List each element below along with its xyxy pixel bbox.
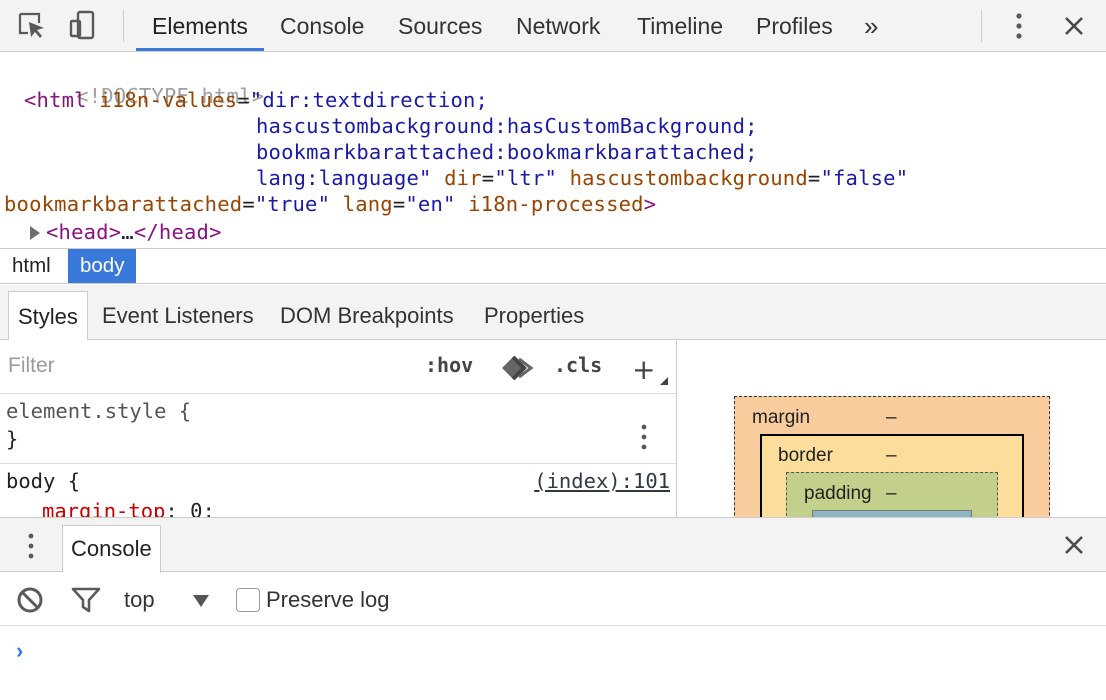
tab-properties[interactable]: Properties — [475, 291, 593, 340]
close-icon[interactable] — [1054, 0, 1094, 52]
attr-name: dir — [444, 166, 482, 190]
inspect-icon[interactable] — [12, 0, 52, 52]
toolbar-divider — [123, 10, 124, 42]
clear-console-icon[interactable] — [16, 586, 44, 619]
body-selector: body { — [6, 469, 81, 493]
head-open-tag: <head> — [46, 220, 122, 244]
attr-value: lang:language" — [256, 166, 432, 190]
margin-label: margin — [752, 407, 811, 428]
new-rule-menu-corner-icon[interactable] — [660, 377, 668, 385]
console-prompt-icon[interactable]: › — [16, 638, 23, 664]
html-node-line-2: hascustombackground:hasCustomBackground; — [256, 113, 758, 139]
style-property[interactable]: margin-top: 0; — [42, 499, 215, 517]
filter-funnel-icon[interactable] — [71, 587, 101, 618]
breadcrumb-html[interactable]: html — [0, 249, 63, 283]
attr-value: "dir:textdirection; — [249, 88, 489, 112]
border-label: border — [778, 445, 833, 466]
tab-elements[interactable]: Elements — [152, 0, 248, 52]
close-drawer-icon[interactable] — [1063, 534, 1085, 561]
attr-value: "false" — [820, 166, 909, 190]
tab-dom-breakpoints[interactable]: DOM Breakpoints — [271, 291, 463, 340]
attr-name: i18n-processed — [468, 192, 644, 216]
head-ellipsis: … — [121, 220, 134, 244]
attr-value: hascustombackground:hasCustomBackground; — [256, 114, 758, 138]
chevron-down-icon[interactable] — [193, 595, 209, 607]
html-open-tag: <html — [24, 88, 87, 112]
box-model-pane: margin – border – padding – — [678, 341, 1106, 517]
expand-triangle-icon[interactable] — [30, 226, 40, 240]
box-model-content — [812, 510, 972, 517]
property-name: margin-top — [42, 499, 166, 517]
tab-network[interactable]: Network — [516, 0, 600, 52]
styles-filter-bar: Filter :hov .cls + — [0, 341, 676, 394]
element-style-selector: element.style { — [6, 399, 192, 423]
more-vert-icon[interactable] — [640, 423, 648, 456]
tab-timeline[interactable]: Timeline — [637, 0, 723, 52]
attr-name: i18n-values — [99, 88, 238, 112]
sidebar-tabs: Styles Event Listeners DOM Breakpoints P… — [0, 285, 1106, 340]
styles-filter-input[interactable]: Filter — [8, 354, 55, 378]
preserve-log-checkbox[interactable] — [236, 588, 260, 612]
border-value[interactable]: – — [886, 445, 897, 467]
head-node[interactable]: <head>…</head> — [30, 219, 222, 245]
rendering-diamond-icon[interactable] — [500, 355, 534, 386]
execution-context-select[interactable]: top — [124, 587, 155, 613]
hover-state-button[interactable]: :hov — [425, 353, 473, 377]
html-node-line-1[interactable]: <html i18n-values="dir:textdirection; — [24, 87, 488, 113]
tab-styles[interactable]: Styles — [8, 291, 88, 340]
toolbar-divider — [981, 10, 982, 42]
attr-name: lang — [342, 192, 393, 216]
attr-value: bookmarkbarattached:bookmarkbarattached; — [256, 140, 758, 164]
drawer-header: Console — [0, 517, 1106, 573]
attr-name: hascustombackground — [569, 166, 808, 190]
attr-value: "true" — [254, 192, 331, 216]
attr-value: "en" — [405, 192, 456, 216]
tab-event-listeners[interactable]: Event Listeners — [93, 291, 263, 340]
new-rule-plus-icon[interactable]: + — [632, 353, 655, 386]
padding-label: padding — [804, 483, 872, 504]
tab-profiles[interactable]: Profiles — [756, 0, 833, 52]
margin-value[interactable]: – — [886, 407, 897, 429]
class-toggle-button[interactable]: .cls — [554, 353, 602, 377]
console-toolbar: top Preserve log — [0, 573, 1106, 626]
padding-value[interactable]: – — [886, 483, 897, 505]
tab-console[interactable]: Console — [280, 0, 364, 52]
active-tab-indicator — [136, 48, 264, 51]
devtools-toolbar: Elements Console Sources Network Timelin… — [0, 0, 1106, 52]
more-vert-icon[interactable] — [999, 0, 1039, 52]
preserve-log-label[interactable]: Preserve log — [266, 587, 390, 613]
attr-name: bookmarkbarattached — [4, 192, 243, 216]
tab-sources[interactable]: Sources — [398, 0, 482, 52]
style-source-link[interactable]: (index):101 — [534, 469, 670, 493]
tab-overflow-chevron-icon[interactable]: » — [864, 0, 878, 52]
breadcrumb-body[interactable]: body — [68, 249, 137, 283]
property-value: 0; — [190, 499, 215, 517]
elements-dom-tree[interactable]: <!DOCTYPE html> <html i18n-values="dir:t… — [0, 53, 1106, 248]
drawer-menu-icon[interactable] — [27, 532, 35, 565]
html-node-line-4: lang:language" dir="ltr" hascustombackgr… — [256, 166, 909, 190]
html-node-line-3: bookmarkbarattached:bookmarkbarattached; — [256, 139, 758, 165]
html-node-line-5: bookmarkbarattached="true" lang="en" i18… — [4, 192, 657, 216]
rule-close-brace: } — [6, 427, 19, 451]
styles-pane: Filter :hov .cls + element.style { } bod… — [0, 341, 677, 517]
body-style-rule[interactable]: body { (index):101 margin-top: 0; — [0, 465, 676, 517]
element-style-rule[interactable]: element.style { } — [0, 395, 676, 464]
device-mode-icon[interactable] — [62, 0, 102, 52]
breadcrumb: html body — [0, 248, 1106, 284]
drawer-tab-console[interactable]: Console — [62, 525, 161, 573]
attr-value: "ltr" — [494, 166, 558, 190]
head-close-tag: </head> — [133, 220, 222, 244]
